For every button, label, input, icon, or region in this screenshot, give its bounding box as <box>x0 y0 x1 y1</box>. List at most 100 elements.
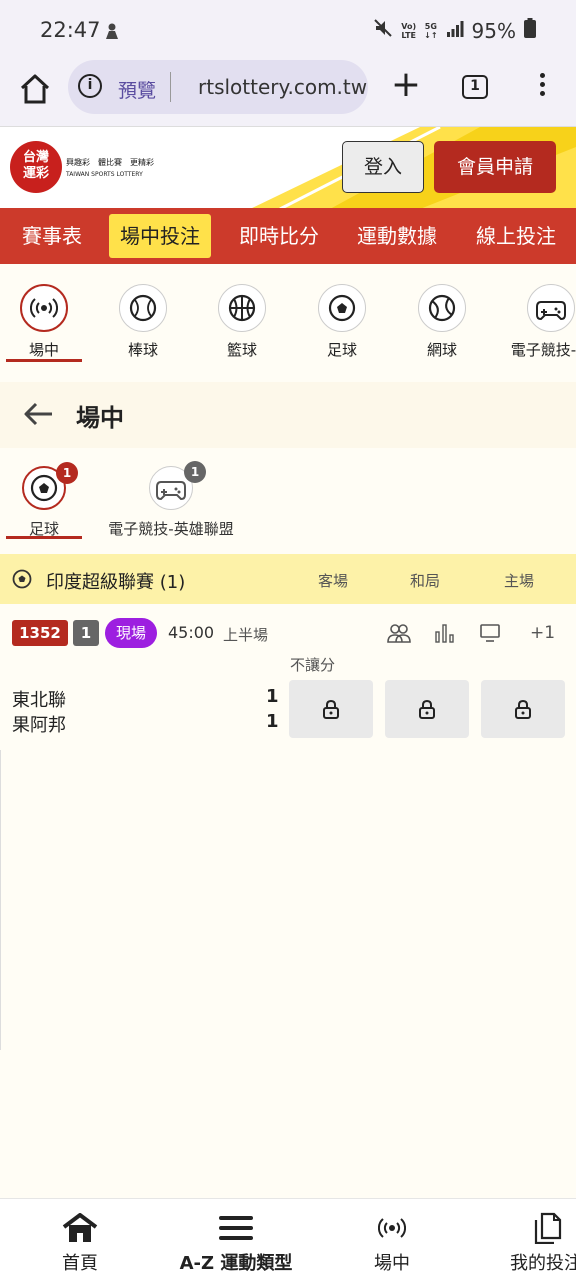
active-sport-underline <box>6 359 82 362</box>
bottom-nav-live[interactable]: 場中 <box>356 1211 428 1275</box>
sport-item-esports[interactable]: 電子競技-英 <box>496 284 576 360</box>
nav-item-sports-data[interactable]: 運動數據 <box>357 208 437 264</box>
match-number-badge: 1 <box>73 620 99 646</box>
mute-icon <box>373 18 393 43</box>
home-button[interactable] <box>18 72 52 106</box>
sport-item-live[interactable]: 場中 <box>0 284 89 360</box>
bet-slip-icon <box>534 1212 562 1244</box>
odds-away-button[interactable] <box>289 680 373 738</box>
register-button[interactable]: 會員申請 <box>434 141 556 193</box>
baseball-icon <box>129 294 157 322</box>
site-header: 台灣 運彩 興趣彩 體比賽 更精彩 TAIWAN SPORTS LOTTERY 登… <box>0 126 576 208</box>
volte-indicator: Vo) LTE <box>401 21 417 40</box>
sport-label: 網球 <box>426 341 457 359</box>
count-badge: 1 <box>184 461 206 483</box>
tennis-icon <box>428 294 456 322</box>
sport-item-basketball[interactable]: 籃球 <box>197 284 287 360</box>
bottom-nav-az-sports[interactable]: A-Z 運動類型 <box>176 1211 296 1275</box>
match-card[interactable]: 1352 1 現場 45:00 上半場 +1 不讓分 東北聯 1 果阿邦 1 <box>0 604 576 750</box>
bottom-nav-label: 首頁 <box>62 1253 98 1274</box>
bottom-nav: 首頁 A-Z 運動類型 場中 我的投注 <box>0 1198 576 1280</box>
live-stream-icon[interactable] <box>479 622 503 644</box>
url-text: rtslottery.com.tw <box>198 75 368 99</box>
gamepad-icon <box>156 481 186 501</box>
live-badge: 現場 <box>105 618 157 648</box>
score-away: 1 <box>266 686 279 707</box>
main-nav: 賽事表 場中投注 即時比分 運動數據 線上投注 <box>0 208 576 264</box>
match-clock: 45:00 <box>168 623 215 642</box>
basketball-icon <box>228 294 256 322</box>
league-name: 印度超級聯賽 (1) <box>46 572 186 593</box>
site-info-icon[interactable]: i <box>78 74 102 98</box>
login-button[interactable]: 登入 <box>342 141 424 193</box>
sport-label: 足球 <box>326 341 357 359</box>
sport-selector: 場中 棒球 籃球 足球 網球 電子競技-英 <box>0 264 576 372</box>
league-header[interactable]: 印度超級聯賽 (1) 客場 和局 主場 <box>0 554 576 604</box>
soccer-icon <box>328 294 356 322</box>
soccer-icon <box>30 474 58 502</box>
score-home: 1 <box>266 711 279 732</box>
notification-icon <box>104 22 120 40</box>
column-draw: 和局 <box>410 572 441 590</box>
battery-percent: 95% <box>471 18 516 43</box>
sport-label: 電子競技-英 <box>510 341 576 359</box>
subtab-label: 電子競技-英雄聯盟 <box>108 520 234 538</box>
count-badge: 1 <box>56 462 78 484</box>
stats-icon[interactable] <box>434 622 458 644</box>
sport-label: 籃球 <box>226 341 257 359</box>
status-bar: 22:47 Vo) LTE 5G ↓↑ 95% <box>0 0 576 62</box>
more-markets-link[interactable]: +1 <box>530 623 555 643</box>
bottom-nav-home[interactable]: 首頁 <box>44 1211 116 1275</box>
bottom-nav-label: 我的投注 <box>510 1253 576 1274</box>
gamepad-icon <box>536 301 566 321</box>
network-indicator: 5G ↓↑ <box>424 21 438 40</box>
content-divider <box>0 750 1 1050</box>
nav-item-schedule[interactable]: 賽事表 <box>22 208 82 264</box>
nav-item-live-betting[interactable]: 場中投注 <box>109 214 211 258</box>
tab-switcher-button[interactable]: 1 <box>462 75 488 99</box>
battery-icon <box>524 18 536 43</box>
home-icon <box>20 74 50 104</box>
sport-label: 場中 <box>28 341 59 359</box>
signal-icon <box>446 19 464 43</box>
nav-item-online-betting[interactable]: 線上投注 <box>476 208 556 264</box>
back-button[interactable] <box>22 398 54 430</box>
live-icon <box>378 1218 406 1238</box>
logo-caption: 興趣彩 體比賽 更精彩 TAIWAN SPORTS LOTTERY <box>66 158 154 178</box>
lock-icon <box>419 699 435 719</box>
market-label: 不讓分 <box>290 656 336 674</box>
home-icon <box>62 1213 98 1242</box>
match-id-badge: 1352 <box>12 620 68 646</box>
odds-draw-button[interactable] <box>385 680 469 738</box>
site-logo[interactable]: 台灣 運彩 <box>10 141 62 193</box>
subtab-soccer[interactable]: 1 足球 <box>20 462 78 539</box>
browser-menu-button[interactable] <box>530 70 554 104</box>
odds-home-button[interactable] <box>481 680 565 738</box>
back-arrow-icon <box>24 402 52 426</box>
divider <box>170 72 171 102</box>
page-title: 場中 <box>76 404 124 432</box>
column-away: 客場 <box>318 572 349 590</box>
subtab-esports-lol[interactable]: 1 電子競技-英雄聯盟 <box>105 461 237 539</box>
lineup-icon[interactable] <box>387 622 411 644</box>
new-tab-button[interactable]: + <box>390 67 422 104</box>
status-time: 22:47 <box>40 18 101 42</box>
sport-item-soccer[interactable]: 足球 <box>297 284 387 360</box>
bottom-nav-label: A-Z 運動類型 <box>179 1253 293 1274</box>
sport-subtabs: 1 足球 1 電子競技-英雄聯盟 <box>0 460 576 546</box>
menu-icon <box>219 1216 253 1240</box>
sport-item-baseball[interactable]: 棒球 <box>98 284 188 360</box>
column-home: 主場 <box>504 572 535 590</box>
sport-item-tennis[interactable]: 網球 <box>397 284 487 360</box>
team-home: 果阿邦 <box>12 715 66 736</box>
address-bar[interactable]: i 預覽 rtslottery.com.tw <box>68 60 368 114</box>
soccer-icon <box>12 569 32 589</box>
team-away: 東北聯 <box>12 690 66 711</box>
sport-label: 棒球 <box>127 341 158 359</box>
lock-icon <box>323 699 339 719</box>
match-period: 上半場 <box>223 626 269 644</box>
nav-item-live-scores[interactable]: 即時比分 <box>239 208 319 264</box>
lock-icon <box>515 699 531 719</box>
bottom-nav-my-bets[interactable]: 我的投注 <box>508 1211 576 1275</box>
preview-label: 預覽 <box>118 80 157 102</box>
